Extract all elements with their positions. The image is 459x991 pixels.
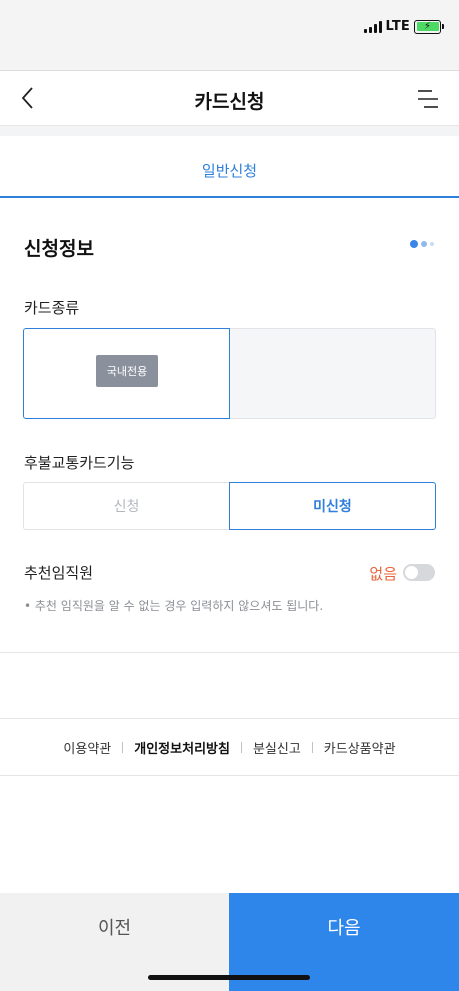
transit-segmented-control: 신청 미신청 xyxy=(23,482,436,530)
recommender-hint: • 추천 임직원을 알 수 없는 경우 입력하지 않으셔도 됩니다. xyxy=(24,599,324,613)
divider xyxy=(0,652,459,653)
page-dot xyxy=(421,241,427,247)
page-title: 카드신청 xyxy=(194,91,265,113)
recommender-status: 없음 xyxy=(369,565,397,583)
status-bar: LTE ⚡ xyxy=(0,0,459,70)
link-separator xyxy=(122,741,124,753)
card-option-empty[interactable] xyxy=(230,328,436,419)
card-type-label: 카드종류 xyxy=(24,299,80,317)
page-indicator xyxy=(410,240,434,248)
page-dot xyxy=(430,242,434,246)
lost-report-link[interactable]: 분실신고 xyxy=(253,738,301,757)
battery-icon: ⚡ xyxy=(414,19,444,34)
link-separator xyxy=(311,741,313,753)
tab-bar: 일반신청 xyxy=(0,136,459,198)
nav-bar: 카드신청 xyxy=(0,70,459,126)
privacy-policy-link[interactable]: 개인정보처리방침 xyxy=(134,738,230,757)
menu-icon[interactable] xyxy=(415,87,439,111)
toggle-knob xyxy=(405,566,418,579)
signal-icon xyxy=(363,20,382,33)
nav-divider xyxy=(0,126,459,136)
footer-links: 이용약관 개인정보처리방침 분실신고 카드상품약관 xyxy=(0,718,459,776)
recommender-toggle[interactable] xyxy=(403,564,435,581)
card-type-options: 국내전용 xyxy=(23,328,436,419)
terms-link[interactable]: 이용약관 xyxy=(63,738,111,757)
recommender-label: 추천임직원 xyxy=(24,564,94,582)
charging-bolt-icon: ⚡ xyxy=(423,20,432,32)
page-dot-active xyxy=(410,240,418,248)
network-type: LTE xyxy=(385,19,410,34)
transit-apply-option[interactable]: 신청 xyxy=(23,482,229,530)
card-option-domestic[interactable]: 국내전용 xyxy=(23,328,230,419)
card-badge-domestic: 국내전용 xyxy=(96,355,158,387)
transit-not-apply-option[interactable]: 미신청 xyxy=(229,482,436,530)
tab-general-application[interactable]: 일반신청 xyxy=(0,160,459,181)
card-product-terms-link[interactable]: 카드상품약관 xyxy=(324,738,396,757)
link-separator xyxy=(240,741,242,753)
home-indicator xyxy=(148,975,310,980)
section-title: 신청정보 xyxy=(24,238,94,260)
transit-card-label: 후불교통카드기능 xyxy=(24,454,135,472)
status-indicators: LTE ⚡ xyxy=(363,19,444,34)
